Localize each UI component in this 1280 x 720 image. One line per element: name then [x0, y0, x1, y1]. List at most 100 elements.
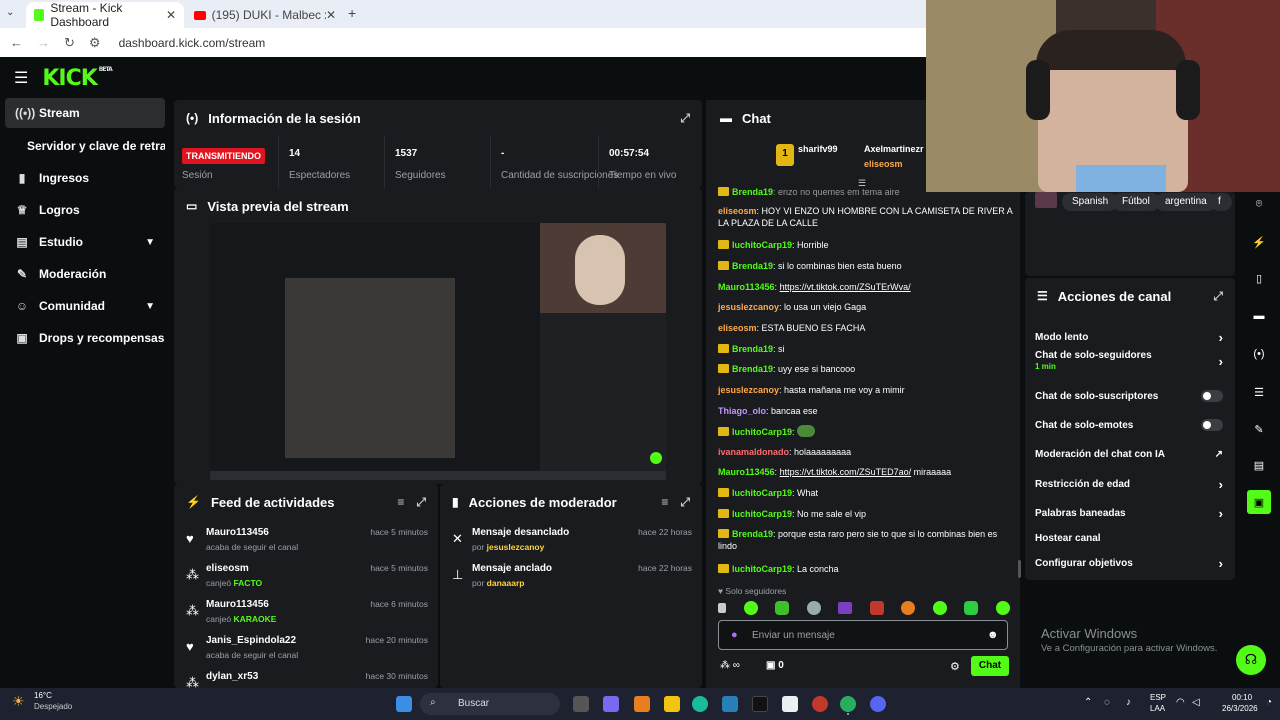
tab-youtube[interactable]: (195) DUKI - Malbec x Bizarrap ✕ — [186, 2, 344, 28]
slow-mode-row[interactable]: Modo lento › — [1035, 326, 1223, 348]
back-icon[interactable]: ← — [10, 35, 23, 51]
wifi-icon[interactable]: ◠ — [1176, 697, 1185, 708]
tiktok-icon[interactable] — [752, 696, 768, 712]
file-explorer-icon[interactable] — [664, 696, 680, 712]
rail-green-action-icon[interactable]: ▣ — [1247, 490, 1271, 514]
banned-words-row[interactable]: Palabras baneadas › — [1035, 502, 1223, 524]
rail-bolt-icon[interactable]: ⚡ — [1247, 230, 1271, 254]
rail-stack-icon[interactable]: ▤ — [1247, 453, 1271, 477]
emotes-only-toggle[interactable] — [1201, 419, 1223, 431]
rail-document-icon[interactable]: ▯ — [1247, 266, 1271, 290]
expand-icon[interactable]: ⤢ — [680, 495, 690, 510]
sidebar-item-achievements[interactable]: ♕ Logros — [5, 195, 165, 225]
teams-icon[interactable] — [603, 696, 619, 712]
tab-close-icon[interactable]: ✕ — [166, 8, 176, 22]
rail-chat-icon[interactable]: ▬ — [1247, 304, 1271, 328]
top-gifter-name[interactable]: Axelmartinezr — [864, 144, 924, 154]
emote-icon[interactable] — [932, 601, 947, 615]
rail-camera-icon[interactable]: ⌾ — [1247, 192, 1271, 216]
feed-username[interactable]: Mauro113456 — [206, 599, 269, 610]
feed-username[interactable]: Mauro113456 — [206, 527, 269, 538]
mic-icon[interactable]: ♪ — [1126, 697, 1131, 708]
feed-username[interactable]: dylan_xr53 — [206, 671, 258, 682]
stream-tag[interactable]: Spanish — [1062, 193, 1119, 211]
configure-goals-row[interactable]: Configurar objetivos › — [1035, 552, 1223, 574]
chat-scrollbar[interactable] — [1018, 560, 1021, 578]
emote-icon[interactable] — [838, 602, 853, 614]
tab-close-icon[interactable]: ✕ — [326, 8, 336, 22]
windows-start-icon[interactable] — [396, 696, 412, 712]
followers-only-row[interactable]: Chat de solo-seguidores 1 min › — [1035, 350, 1223, 380]
expand-icon[interactable]: ⤢ — [416, 495, 426, 510]
emote-icon[interactable] — [743, 601, 758, 615]
emote-icon[interactable] — [901, 601, 916, 615]
expand-icon[interactable]: ⤢ — [680, 111, 690, 126]
volume-icon[interactable]: ◁ — [1192, 697, 1200, 708]
obs-icon[interactable] — [812, 696, 828, 712]
sidebar-item-server-key[interactable]: Servidor y clave de retransm — [5, 131, 165, 161]
task-view-icon[interactable] — [573, 696, 589, 712]
feed-username[interactable]: eliseosm — [206, 563, 249, 574]
sidebar-item-studio[interactable]: ▤ Estudio ▼ — [5, 227, 165, 257]
sidebar-item-moderation[interactable]: ✎ Moderación — [5, 259, 165, 289]
sidebar-item-income[interactable]: ▮ Ingresos — [5, 163, 165, 193]
microphone-icon[interactable]: ● — [731, 629, 738, 641]
emotes-only-row[interactable]: Chat de solo-emotes — [1035, 414, 1223, 436]
sidebar-item-drops[interactable]: ▣ Drops y recompensas — [5, 323, 165, 353]
rail-wrench-icon[interactable]: ✎ — [1247, 417, 1271, 441]
top-gifter-name[interactable]: sharifv99 — [798, 144, 838, 154]
chat-link[interactable]: https://vt.tiktok.com/ZSuTED7ao/ — [780, 467, 912, 477]
subscribers-only-toggle[interactable] — [1201, 390, 1223, 402]
edge-icon[interactable] — [692, 696, 708, 712]
stream-preview-video[interactable] — [210, 223, 666, 480]
sidebar-item-stream[interactable]: ((•)) Stream — [5, 98, 165, 128]
sidebar-item-community[interactable]: ☺ Comunidad ▼ — [5, 291, 165, 321]
hamburger-menu-icon[interactable]: ☰ — [14, 68, 28, 88]
discord-icon[interactable] — [870, 696, 886, 712]
site-info-icon[interactable]: ⚙ — [89, 35, 101, 51]
kick-logo[interactable]: KICK BETA — [42, 66, 112, 91]
expand-icon[interactable]: ⤢ — [1213, 289, 1223, 304]
filter-icon[interactable]: ≡ — [397, 495, 404, 509]
age-restriction-row[interactable]: Restricción de edad › — [1035, 473, 1223, 495]
chat-settings-icon[interactable]: ⚙ — [950, 660, 960, 673]
emote-icon[interactable] — [995, 601, 1010, 615]
subscribers-only-row[interactable]: Chat de solo-suscriptores — [1035, 385, 1223, 407]
chat-link[interactable]: https://vt.tiktok.com/ZSuTErWva/ — [780, 282, 911, 292]
host-channel-row[interactable]: Hostear canal — [1035, 527, 1223, 549]
clock-time[interactable]: 00:10 — [1232, 693, 1252, 702]
language-indicator[interactable]: ESP — [1150, 693, 1166, 702]
send-chat-button[interactable]: Chat — [971, 656, 1009, 676]
help-support-icon[interactable]: ☊ — [1236, 645, 1266, 675]
points-infinity-icon[interactable]: ⁂ ∞ — [720, 660, 740, 671]
emote-icon[interactable] — [964, 601, 979, 615]
gift-counter[interactable]: ▣ 0 — [766, 660, 784, 671]
stream-tag[interactable]: f — [1210, 193, 1232, 211]
rail-broadcast-icon[interactable]: (•) — [1247, 342, 1271, 366]
chrome-icon[interactable] — [840, 696, 856, 712]
copilot-icon[interactable] — [634, 696, 650, 712]
url-field[interactable]: dashboard.kick.com/stream — [119, 36, 266, 50]
notification-bell-icon[interactable]: ◔ — [1266, 697, 1272, 708]
reload-icon[interactable]: ↻ — [64, 35, 75, 51]
tab-kick-dashboard[interactable]: Stream - Kick Dashboard ✕ — [26, 1, 184, 29]
taskbar-search[interactable]: ⌕ Buscar — [420, 693, 560, 715]
tab-list-icon[interactable]: ⌄ — [6, 7, 14, 18]
stream-tag[interactable]: Fútbol — [1112, 193, 1160, 211]
store-icon[interactable] — [722, 696, 738, 712]
feed-username[interactable]: Janis_Espindola22 — [206, 635, 296, 646]
emote-icon[interactable] — [806, 601, 821, 615]
emote-icon[interactable] — [775, 601, 790, 615]
new-tab-button[interactable]: + — [348, 5, 356, 21]
emoji-picker-icon[interactable]: ☻ — [987, 629, 999, 641]
ai-moderation-row[interactable]: Moderación del chat con IA ↗ — [1035, 443, 1223, 465]
rail-sliders-icon[interactable]: ☰ — [1247, 380, 1271, 404]
emote-icon[interactable] — [718, 603, 726, 613]
forward-icon[interactable]: → — [37, 35, 50, 51]
weather-temp[interactable]: 16°C — [34, 691, 52, 700]
filter-icon[interactable]: ≡ — [661, 495, 668, 509]
stream-tag[interactable]: argentina — [1155, 193, 1217, 211]
tray-expand-icon[interactable]: ⌃ — [1084, 697, 1092, 708]
chat-input[interactable]: ● Enviar un mensaje ☻ — [718, 620, 1008, 650]
notepad-icon[interactable] — [782, 696, 798, 712]
